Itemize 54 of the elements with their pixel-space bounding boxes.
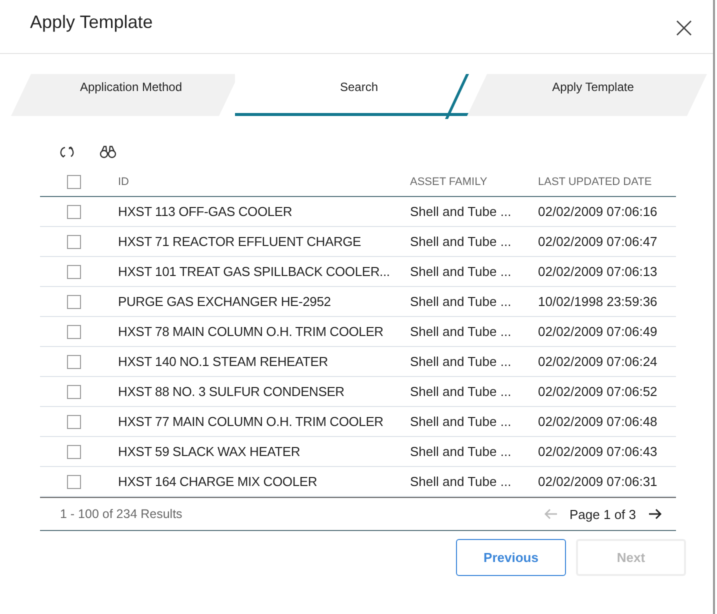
column-header[interactable]: ASSET FAMILY: [410, 176, 538, 188]
table-cell-text: 10/02/1998 23:59:36: [538, 294, 658, 309]
table-cell-text: HXST 140 NO.1 STEAM REHEATER: [118, 354, 329, 369]
close-icon[interactable]: [676, 20, 692, 36]
table-cell-text: 02/02/2009 07:06:52: [538, 384, 658, 399]
checkbox[interactable]: [67, 354, 81, 368]
binoculars-icon[interactable]: [99, 145, 117, 159]
table-cell-text: Shell and Tube ...: [410, 444, 512, 459]
column-header[interactable]: LAST UPDATED DATE: [538, 176, 676, 188]
table-cell-text: HXST 101 TREAT GAS SPILLBACK COOLER...: [118, 264, 391, 279]
table-cell-text: HXST 77 MAIN COLUMN O.H. TRIM COOLER: [118, 414, 384, 429]
table-cell-text: HXST 59 SLACK WAX HEATER: [118, 444, 302, 459]
column-header[interactable]: ID: [118, 176, 410, 188]
table-cell-text: Shell and Tube ...: [410, 414, 512, 429]
checkbox[interactable]: [67, 175, 81, 189]
table-cell-text: Shell and Tube ...: [410, 384, 512, 399]
table-cell-text: 02/02/2009 07:06:47: [538, 234, 658, 249]
checkbox[interactable]: [67, 384, 81, 398]
checkbox[interactable]: [67, 234, 81, 248]
checkbox[interactable]: [67, 444, 81, 458]
checkbox[interactable]: [67, 324, 81, 338]
table-cell-text: 02/02/2009 07:06:24: [538, 354, 658, 369]
checkbox[interactable]: [67, 294, 81, 308]
results-count: 1 - 100 of 234 Results: [60, 507, 182, 521]
table-cell-text: Shell and Tube ...: [410, 264, 512, 279]
table-cell-text: HXST 88 NO. 3 SULFUR CONDENSER: [118, 384, 346, 399]
table-cell-text: 02/02/2009 07:06:16: [538, 204, 658, 219]
checkbox[interactable]: [67, 474, 81, 488]
next-page-icon[interactable]: [648, 508, 662, 520]
table-cell-text: HXST 164 CHARGE MIX COOLER: [118, 474, 318, 489]
table-cell-text: PURGE GAS EXCHANGER HE-2952: [118, 294, 332, 309]
table-cell-text: 02/02/2009 07:06:31: [538, 474, 658, 489]
wizard-step-tab[interactable]: Search: [235, 74, 471, 116]
table-cell-text: Shell and Tube ...: [410, 354, 512, 369]
table-cell-text: HXST 78 MAIN COLUMN O.H. TRIM COOLER: [118, 324, 384, 339]
table-cell-text: Shell and Tube ...: [410, 234, 512, 249]
table-cell-text: Shell and Tube ...: [410, 474, 512, 489]
wizard-step-tab[interactable]: Apply Template: [467, 74, 707, 116]
page-indicator: Page 1 of 3: [570, 506, 636, 522]
table-cell-text: 02/02/2009 07:06:13: [538, 264, 658, 279]
table-cell-text: Shell and Tube ...: [410, 204, 512, 219]
dialog-title: Apply Template: [30, 12, 153, 33]
checkbox[interactable]: [67, 414, 81, 428]
previous-button[interactable]: Previous: [456, 539, 566, 576]
table-cell-text: 02/02/2009 07:06:48: [538, 414, 658, 429]
checkbox[interactable]: [67, 204, 81, 218]
table-cell-text: Shell and Tube ...: [410, 324, 512, 339]
table-cell-text: 02/02/2009 07:06:43: [538, 444, 658, 459]
table-cell-text: 02/02/2009 07:06:49: [538, 324, 658, 339]
table-cell-text: HXST 71 REACTOR EFFLUENT CHARGE: [118, 234, 362, 249]
table-cell-text: Shell and Tube ...: [410, 294, 512, 309]
refresh-icon[interactable]: [59, 145, 75, 159]
checkbox[interactable]: [67, 264, 81, 278]
table-cell-text: HXST 113 OFF-GAS COOLER: [118, 204, 294, 219]
